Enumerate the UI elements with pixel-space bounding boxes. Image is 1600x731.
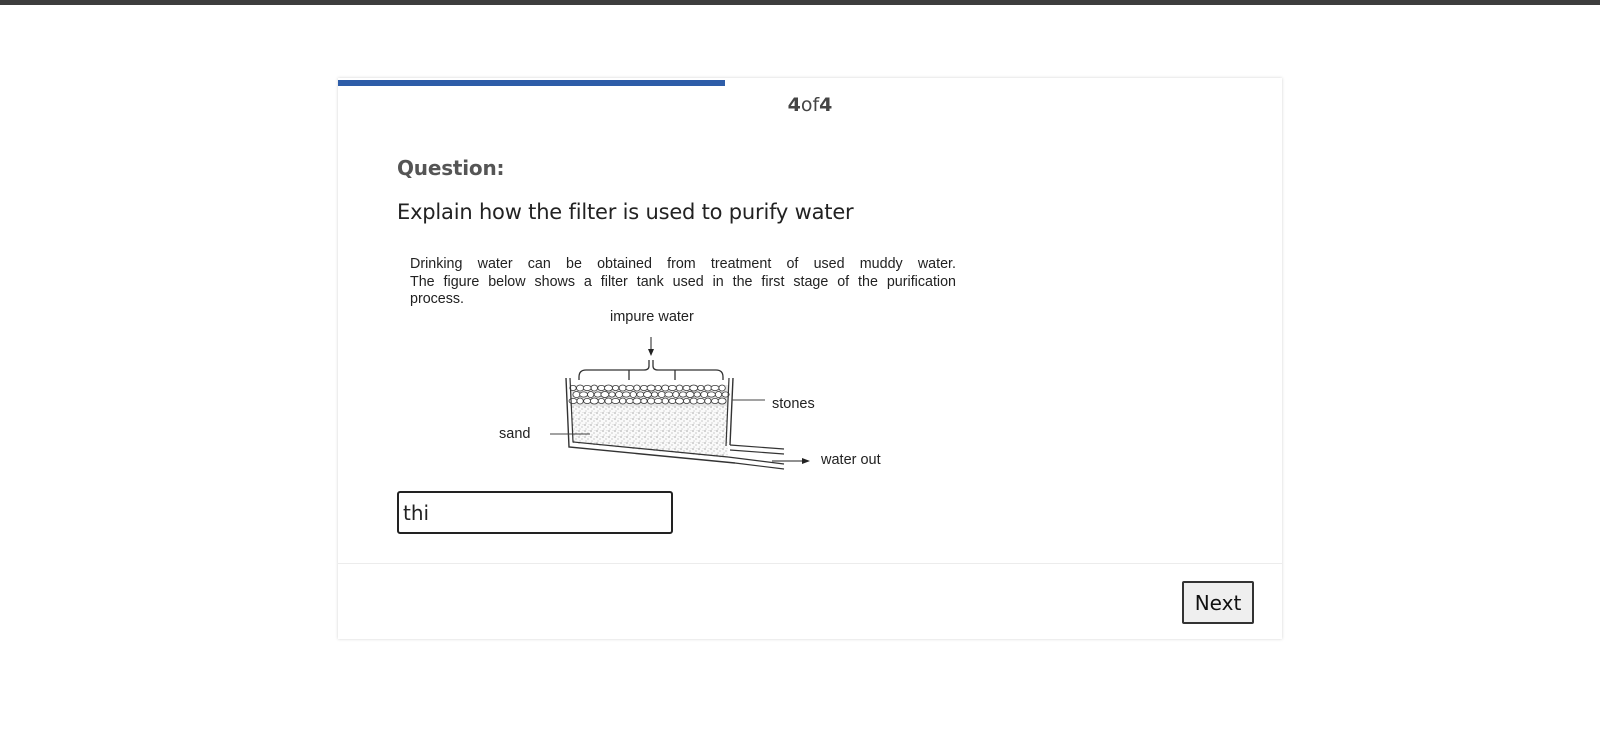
stone (682, 397, 691, 404)
stone (696, 397, 706, 404)
progress-bar (338, 78, 1282, 87)
stone (689, 384, 699, 392)
stone (612, 384, 620, 391)
stone (593, 391, 602, 398)
progress-bar-fill (338, 80, 726, 86)
stone (582, 384, 592, 391)
stone (604, 397, 613, 405)
stone (600, 391, 610, 398)
stone (718, 384, 726, 392)
stone (654, 384, 662, 391)
stone (640, 397, 648, 404)
label-impure-water: impure water (610, 309, 694, 325)
stone (661, 397, 669, 405)
stone (706, 391, 716, 398)
stone (583, 397, 592, 404)
stone (636, 391, 645, 398)
stone (657, 391, 666, 398)
stone (632, 397, 642, 405)
stone (604, 384, 613, 392)
stone (590, 384, 598, 392)
current-question-number: 4 (787, 94, 801, 116)
counter-separator: of (800, 94, 820, 116)
stone (689, 397, 698, 405)
stone (717, 397, 727, 405)
stone (675, 384, 684, 392)
stone (651, 391, 659, 398)
stone (678, 391, 687, 398)
stone (643, 391, 652, 398)
stone (625, 397, 634, 404)
stone (625, 384, 635, 391)
stone (629, 391, 637, 398)
stone (576, 384, 585, 392)
stone (568, 397, 578, 404)
stone (653, 397, 663, 404)
stone (639, 384, 648, 391)
label-water-out: water out (821, 452, 881, 468)
stone (668, 397, 677, 404)
stone (667, 384, 677, 391)
stone (710, 397, 719, 404)
stone (672, 391, 680, 398)
window-top-bar (0, 0, 1600, 5)
stone (682, 384, 691, 391)
stone (597, 397, 605, 404)
stone (572, 391, 581, 398)
label-sand: sand (499, 426, 531, 442)
stone (693, 391, 701, 398)
stone (608, 391, 616, 398)
answer-input[interactable] (397, 491, 673, 534)
stone (675, 397, 684, 405)
next-button[interactable]: Next (1182, 581, 1254, 624)
stone (714, 391, 723, 398)
stone (646, 384, 656, 392)
question-heading: Question: (397, 156, 505, 180)
stone (700, 391, 709, 398)
stone (685, 391, 695, 398)
question-card: 4of4 Question: Explain how the filter is… (338, 78, 1282, 639)
stone (579, 391, 589, 398)
stone (615, 391, 624, 398)
stone (597, 384, 606, 391)
stone (704, 397, 712, 405)
stone (611, 397, 621, 404)
stone (697, 384, 705, 391)
stone (587, 391, 595, 398)
stone (589, 397, 599, 405)
label-stones: stones (772, 396, 815, 412)
stone (647, 397, 656, 405)
stone (710, 384, 720, 391)
filter-tank-diagram (550, 337, 810, 470)
stone (621, 391, 631, 398)
stone (664, 391, 674, 398)
filter-tank-figure: Drinking water can be obtained from trea… (410, 256, 970, 496)
question-counter: 4of4 (338, 94, 1282, 116)
stone (576, 397, 584, 405)
question-text: Explain how the filter is used to purify… (397, 200, 854, 224)
stone (618, 384, 627, 392)
footer-divider (338, 563, 1282, 564)
stone (633, 384, 641, 392)
stone (661, 384, 670, 392)
stone (703, 384, 712, 392)
total-question-number: 4 (819, 94, 833, 116)
stone (619, 397, 627, 405)
